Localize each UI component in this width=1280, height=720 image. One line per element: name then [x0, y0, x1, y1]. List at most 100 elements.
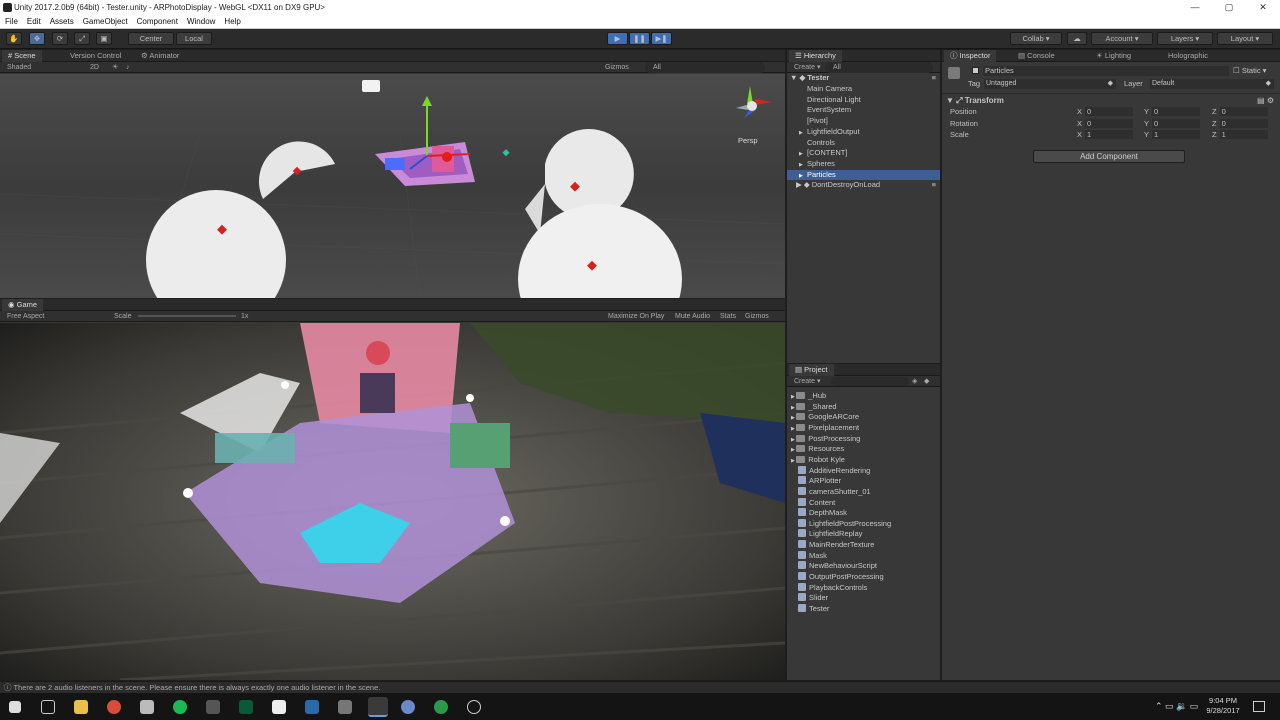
- project-asset[interactable]: Content: [787, 497, 940, 509]
- move-tool-icon[interactable]: ✥: [29, 32, 45, 45]
- layout-dropdown[interactable]: Layout ▾: [1217, 32, 1273, 45]
- mail-icon[interactable]: [140, 700, 154, 714]
- hierarchy-item[interactable]: ▶ Spheres: [787, 159, 940, 170]
- transform-x-field[interactable]: 0: [1085, 107, 1134, 116]
- hierarchy-item[interactable]: [Pivot]: [787, 116, 940, 127]
- tab-game[interactable]: ◉ Game: [2, 299, 44, 311]
- unity-editor-icon[interactable]: [368, 697, 388, 717]
- account-dropdown[interactable]: Account ▾: [1091, 32, 1153, 45]
- transform-z-field[interactable]: 1: [1219, 130, 1268, 139]
- hierarchy-item[interactable]: ▶ Particles: [787, 169, 940, 181]
- project-asset[interactable]: Tester: [787, 604, 940, 615]
- object-name-field[interactable]: Particles: [983, 66, 1229, 76]
- transform-y-field[interactable]: 1: [1152, 130, 1201, 139]
- hierarchy-item[interactable]: EventSystem: [787, 105, 940, 116]
- axis-label[interactable]: Y: [1144, 119, 1149, 128]
- notification-icon[interactable]: [1253, 701, 1265, 712]
- 2d-toggle[interactable]: 2D: [90, 62, 99, 73]
- project-asset[interactable]: cameraShutter_01: [787, 486, 940, 498]
- scale-tool-icon[interactable]: ⤢: [74, 32, 90, 45]
- hierarchy-search-input[interactable]: All: [825, 62, 933, 73]
- tray-icons[interactable]: ⌃ ▭ 🔉 ▭: [1155, 701, 1198, 712]
- unity-hub-icon[interactable]: [206, 700, 220, 714]
- step-button[interactable]: ▶❚: [651, 32, 672, 45]
- menu-edit[interactable]: Edit: [27, 15, 41, 28]
- hierarchy-ddol-row[interactable]: ▶ ◆ DontDestroyOnLoad ≡: [787, 180, 940, 191]
- play-button[interactable]: ▶: [607, 32, 628, 45]
- windows-start-icon[interactable]: [9, 701, 21, 713]
- layers-dropdown[interactable]: Layers ▾: [1157, 32, 1213, 45]
- project-folder[interactable]: ▶ Resources: [787, 444, 940, 455]
- app-icon[interactable]: [467, 700, 481, 714]
- tab-inspector[interactable]: ⓘ Inspector: [944, 50, 997, 62]
- project-asset[interactable]: LightfieldReplay: [787, 529, 940, 540]
- project-asset[interactable]: PlaybackControls: [787, 582, 940, 594]
- scene-menu-icon[interactable]: ≡: [932, 73, 936, 84]
- maximize-icon[interactable]: ▢: [1212, 0, 1246, 15]
- cloud-icon[interactable]: ☁: [1067, 32, 1087, 45]
- project-folder[interactable]: ▶ Robot Kyle: [787, 455, 940, 466]
- filter-label-icon[interactable]: ◆: [924, 376, 929, 387]
- axis-label[interactable]: X: [1077, 119, 1082, 128]
- tab-hierarchy[interactable]: ☰ Hierarchy: [789, 50, 842, 62]
- rect-tool-icon[interactable]: ▣: [96, 32, 112, 45]
- project-folder[interactable]: ▶ Pixelplacement: [787, 423, 940, 434]
- transform-header[interactable]: ▼ ⤢ Transform ▤ ⚙: [942, 93, 1280, 107]
- transform-z-field[interactable]: 0: [1219, 107, 1268, 116]
- scene-search-input[interactable]: All: [645, 62, 765, 73]
- hangouts-icon[interactable]: [434, 700, 448, 714]
- scene-gizmos-dropdown[interactable]: Gizmos: [605, 62, 629, 73]
- tab-animator[interactable]: ⚙ Animator: [135, 50, 185, 62]
- project-asset[interactable]: OutputPostProcessing: [787, 572, 940, 583]
- hierarchy-item[interactable]: ▶ [CONTENT]: [787, 148, 940, 159]
- active-checkbox[interactable]: [972, 67, 979, 74]
- project-folder[interactable]: ▶ GoogleARCore: [787, 412, 940, 423]
- audition-icon[interactable]: [239, 700, 253, 714]
- menu-file[interactable]: File: [5, 15, 18, 28]
- filter-type-icon[interactable]: ◈: [912, 376, 917, 387]
- maximize-on-play-toggle[interactable]: Maximize On Play: [608, 311, 664, 322]
- app-icon[interactable]: [401, 700, 415, 714]
- hierarchy-create-dropdown[interactable]: Create ▾: [794, 62, 820, 73]
- menu-component[interactable]: Component: [137, 15, 178, 28]
- transform-z-field[interactable]: 0: [1219, 118, 1268, 128]
- hierarchy-item[interactable]: ▶ LightfieldOutput: [787, 127, 940, 138]
- project-asset[interactable]: LightfieldPostProcessing: [787, 518, 940, 530]
- ddol-menu-icon[interactable]: ≡: [932, 180, 936, 191]
- scene-viewport[interactable]: Persp: [0, 74, 785, 298]
- layer-dropdown[interactable]: Default ◆: [1150, 79, 1274, 89]
- tab-project[interactable]: ▤ Project: [789, 364, 834, 376]
- orientation-gizmo-icon[interactable]: [736, 86, 772, 118]
- sphere-shape[interactable]: [146, 190, 286, 298]
- hierarchy-item[interactable]: Directional Light: [787, 95, 940, 106]
- transform-x-field[interactable]: 0: [1085, 118, 1134, 128]
- project-asset[interactable]: ARPlotter: [787, 476, 940, 487]
- project-asset[interactable]: AdditiveRendering: [787, 465, 940, 477]
- shading-dropdown[interactable]: Shaded: [7, 62, 31, 73]
- game-gizmos-dropdown[interactable]: Gizmos: [745, 311, 769, 322]
- photoshop-icon[interactable]: [305, 700, 319, 714]
- menu-window[interactable]: Window: [187, 15, 215, 28]
- collab-dropdown[interactable]: Collab ▾: [1010, 32, 1062, 45]
- project-folder[interactable]: ▶ PostProcessing: [787, 434, 940, 445]
- axis-label[interactable]: X: [1077, 130, 1082, 139]
- pivot-local-button[interactable]: Local: [176, 32, 212, 45]
- hierarchy-item[interactable]: Main Camera: [787, 84, 940, 95]
- file-explorer-icon[interactable]: [74, 700, 88, 714]
- hand-tool-icon[interactable]: ✋: [6, 32, 22, 45]
- axis-label[interactable]: Z: [1212, 119, 1217, 128]
- aspect-dropdown[interactable]: Free Aspect: [7, 311, 44, 322]
- axis-label[interactable]: Y: [1144, 107, 1149, 116]
- project-asset[interactable]: Slider: [787, 593, 940, 604]
- transform-x-field[interactable]: 1: [1085, 130, 1134, 139]
- tab-lighting[interactable]: ☀ Lighting: [1090, 50, 1137, 62]
- transform-y-field[interactable]: 0: [1152, 118, 1201, 128]
- scale-slider[interactable]: [138, 315, 236, 317]
- project-folder[interactable]: ▶ _Hub: [787, 391, 940, 402]
- github-icon[interactable]: [272, 700, 286, 714]
- projection-label[interactable]: Persp: [738, 136, 758, 145]
- transform-y-field[interactable]: 0: [1152, 107, 1201, 116]
- diorama-model[interactable]: [375, 142, 475, 186]
- project-asset[interactable]: DepthMask: [787, 508, 940, 519]
- move-gizmo-y-arrow[interactable]: [422, 96, 432, 106]
